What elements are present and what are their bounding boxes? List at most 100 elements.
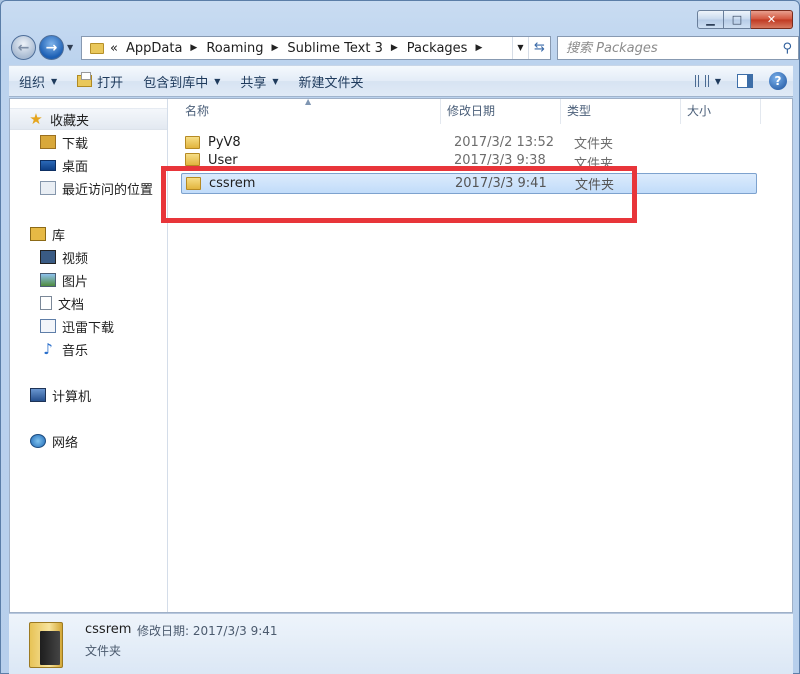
sidebar-item-xunlei[interactable]: 迅雷下载 bbox=[40, 315, 114, 337]
sidebar-item-documents[interactable]: 文档 bbox=[40, 292, 84, 314]
sidebar-item-music[interactable]: ♪ 音乐 bbox=[40, 338, 88, 360]
sidebar-item-computer[interactable]: 计算机 bbox=[30, 384, 91, 406]
organize-button[interactable]: 组织 ▼ bbox=[9, 66, 67, 96]
folder-icon bbox=[90, 42, 104, 54]
navigation-pane: ★ 收藏夹 下载 桌面 最近访问的位置 库 视频 图片 文档 迅雷下载 ♪ 音乐… bbox=[10, 99, 168, 612]
column-headers: 名称 ▲ 修改日期 类型 大小 bbox=[169, 97, 793, 124]
sidebar-item-videos[interactable]: 视频 bbox=[40, 246, 88, 268]
folder-icon bbox=[185, 136, 200, 149]
folder-icon bbox=[186, 177, 201, 190]
large-folder-icon bbox=[29, 622, 63, 668]
breadcrumb-sublime-text-3[interactable]: Sublime Text 3 bbox=[287, 41, 382, 56]
help-icon[interactable]: ? bbox=[769, 72, 787, 90]
breadcrumb-roaming[interactable]: Roaming bbox=[206, 41, 263, 56]
column-header-date[interactable]: 修改日期 bbox=[441, 99, 561, 124]
sidebar-item-libraries[interactable]: 库 bbox=[30, 223, 65, 245]
new-folder-button[interactable]: 新建文件夹 bbox=[289, 66, 374, 96]
sidebar-item-downloads[interactable]: 下载 bbox=[40, 131, 88, 153]
open-label: 打开 bbox=[97, 75, 124, 91]
file-row-pyv8[interactable]: PyV8 2017/3/2 13:52 文件夹 bbox=[181, 132, 761, 153]
sidebar-item-favorites[interactable]: ★ 收藏夹 bbox=[10, 108, 167, 130]
sidebar-item-network[interactable]: 网络 bbox=[30, 430, 78, 452]
file-row-cssrem[interactable]: cssrem 2017/3/3 9:41 文件夹 bbox=[181, 173, 757, 194]
sidebar-item-label: 迅雷下载 bbox=[62, 320, 115, 336]
preview-pane-icon[interactable] bbox=[737, 74, 753, 88]
share-button[interactable]: 共享 ▼ bbox=[230, 66, 288, 96]
details-modified-date: 修改日期: 2017/3/3 9:41 bbox=[137, 624, 278, 638]
recent-pages-dropdown-icon[interactable]: ▼ bbox=[67, 43, 73, 52]
computer-icon bbox=[30, 388, 46, 402]
chevron-right-icon[interactable]: ▶ bbox=[190, 43, 197, 53]
address-bar[interactable]: « AppData ▶ Roaming ▶ Sublime Text 3 ▶ P… bbox=[81, 36, 551, 60]
download-library-icon bbox=[40, 319, 56, 333]
chevron-right-icon[interactable]: ▶ bbox=[391, 43, 398, 53]
close-button[interactable]: ✕ bbox=[751, 10, 793, 29]
chevron-right-icon[interactable]: ▶ bbox=[271, 43, 278, 53]
pictures-icon bbox=[40, 273, 56, 287]
chevron-right-icon[interactable]: ▶ bbox=[475, 43, 482, 53]
details-pane: cssrem 修改日期: 2017/3/3 9:41 文件夹 bbox=[9, 613, 793, 674]
navigation-bar: ← → ▼ « AppData ▶ Roaming ▶ Sublime Text… bbox=[9, 33, 799, 61]
sidebar-item-label: 图片 bbox=[62, 274, 89, 290]
share-label: 共享 bbox=[240, 75, 267, 91]
view-controls: ▼ ? bbox=[694, 72, 793, 90]
file-name: PyV8 bbox=[208, 135, 241, 150]
library-icon bbox=[30, 227, 46, 241]
column-header-type[interactable]: 类型 bbox=[561, 99, 681, 124]
command-bar: 组织 ▼ 打开 包含到库中 ▼ 共享 ▼ 新建文件夹 ▼ ? bbox=[9, 65, 793, 97]
sidebar-item-label: 文档 bbox=[58, 297, 85, 313]
file-list: 名称 ▲ 修改日期 类型 大小 PyV8 2017/3/2 13:52 文件夹 … bbox=[169, 97, 793, 612]
video-icon bbox=[40, 250, 56, 264]
explorer-window: ▁ □ ✕ ← → ▼ « AppData ▶ Roaming ▶ Sublim… bbox=[0, 0, 800, 674]
file-type: 文件夹 bbox=[574, 157, 614, 166]
chevron-down-icon: ▼ bbox=[272, 76, 279, 86]
search-icon[interactable]: ⚲ bbox=[782, 41, 792, 56]
sidebar-item-label: 网络 bbox=[52, 435, 79, 451]
sort-ascending-icon: ▲ bbox=[305, 97, 312, 106]
breadcrumb-appdata[interactable]: AppData bbox=[126, 41, 182, 56]
sidebar-item-label: 下载 bbox=[62, 136, 89, 152]
open-button[interactable]: 打开 bbox=[67, 66, 133, 96]
file-date: 2017/3/3 9:38 bbox=[454, 153, 546, 166]
chevron-down-icon: ▼ bbox=[51, 76, 58, 86]
file-row-user[interactable]: User 2017/3/3 9:38 文件夹 bbox=[181, 153, 761, 166]
file-type: 文件夹 bbox=[574, 137, 614, 152]
star-icon: ★ bbox=[29, 110, 43, 128]
sidebar-item-label: 最近访问的位置 bbox=[62, 182, 154, 198]
include-library-button[interactable]: 包含到库中 ▼ bbox=[133, 66, 230, 96]
sidebar-item-label: 收藏夹 bbox=[50, 113, 90, 129]
refresh-icon[interactable]: ⇆ bbox=[528, 37, 550, 59]
search-box: ⚲ bbox=[557, 36, 799, 60]
chevron-down-icon: ▼ bbox=[214, 76, 221, 86]
open-folder-icon bbox=[77, 72, 93, 87]
file-date: 2017/3/2 13:52 bbox=[454, 135, 554, 150]
sidebar-item-label: 音乐 bbox=[62, 343, 89, 359]
column-header-size[interactable]: 大小 bbox=[681, 99, 761, 124]
address-dropdown-icon[interactable]: ▼ bbox=[512, 37, 528, 59]
recent-places-icon bbox=[40, 181, 56, 195]
music-icon: ♪ bbox=[43, 340, 53, 358]
network-icon bbox=[30, 434, 46, 448]
search-input[interactable] bbox=[566, 40, 783, 56]
breadcrumb-packages[interactable]: Packages bbox=[407, 41, 468, 56]
chevron-down-icon[interactable]: ▼ bbox=[715, 77, 721, 86]
breadcrumb-overflow[interactable]: « bbox=[110, 41, 118, 56]
sidebar-item-label: 桌面 bbox=[62, 159, 89, 175]
folder-icon bbox=[185, 153, 200, 166]
file-type: 文件夹 bbox=[575, 178, 615, 193]
new-folder-label: 新建文件夹 bbox=[298, 75, 364, 91]
forward-button[interactable]: → bbox=[39, 35, 64, 60]
minimize-button[interactable]: ▁ bbox=[697, 10, 724, 29]
sidebar-item-pictures[interactable]: 图片 bbox=[40, 269, 88, 291]
sidebar-item-desktop[interactable]: 桌面 bbox=[40, 154, 88, 176]
details-type: 文件夹 bbox=[85, 644, 122, 658]
caption-buttons: ▁ □ ✕ bbox=[697, 10, 793, 29]
view-list-icon[interactable] bbox=[694, 75, 709, 87]
sidebar-item-label: 视频 bbox=[62, 251, 89, 267]
file-date: 2017/3/3 9:41 bbox=[455, 176, 547, 191]
back-button[interactable]: ← bbox=[11, 35, 36, 60]
maximize-button[interactable]: □ bbox=[724, 10, 751, 29]
document-icon bbox=[40, 296, 52, 310]
sidebar-item-recent[interactable]: 最近访问的位置 bbox=[40, 177, 153, 199]
file-name: cssrem bbox=[209, 176, 256, 191]
